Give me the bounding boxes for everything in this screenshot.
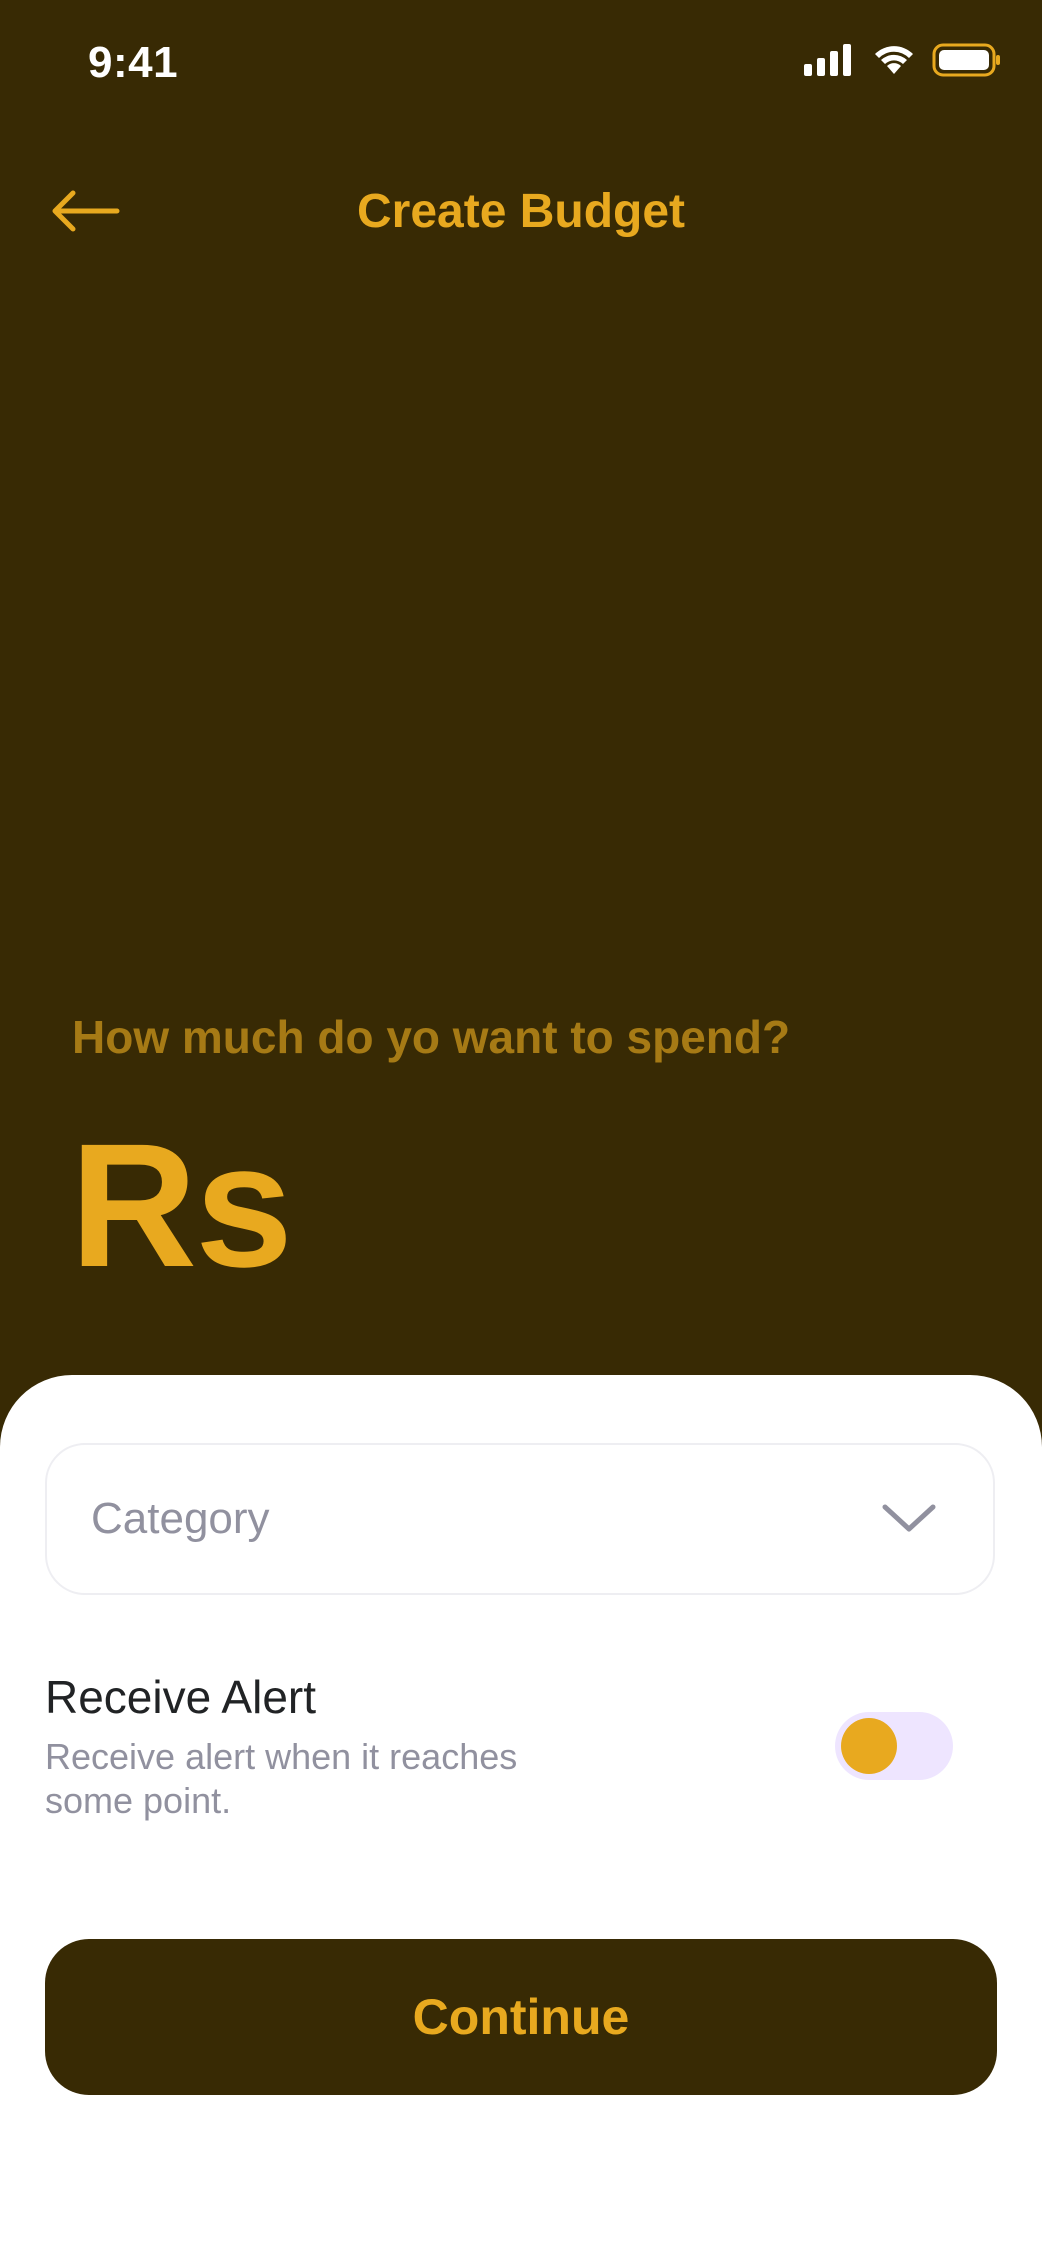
page-title: Create Budget [356,185,686,238]
receive-alert-toggle[interactable] [835,1712,953,1780]
continue-button[interactable]: Continue [45,1939,997,2095]
receive-alert-title: Receive Alert [45,1671,317,1723]
chevron-down-icon [881,1503,937,1535]
create-budget-screen: 9:41 Create Budget How much do yo want t… [0,0,1042,2256]
signal-icon [804,43,856,81]
status-time: 9:41 [88,38,179,87]
amount-prompt: How much do yo want to spend? [72,1011,791,1063]
category-placeholder: Category [91,1494,270,1543]
bottom-sheet: Category Receive Alert Receive alert whe… [0,1375,1042,2256]
amount-input[interactable]: Rs [70,1118,293,1294]
toggle-knob [841,1718,897,1774]
category-dropdown[interactable]: Category [45,1443,995,1595]
receive-alert-description: Receive alert when it reaches some point… [45,1736,518,1821]
status-icons [804,43,1002,82]
status-bar: 9:41 [0,0,1042,130]
battery-icon [932,43,1002,82]
header: Create Budget [0,160,1042,265]
wifi-icon [872,44,916,81]
